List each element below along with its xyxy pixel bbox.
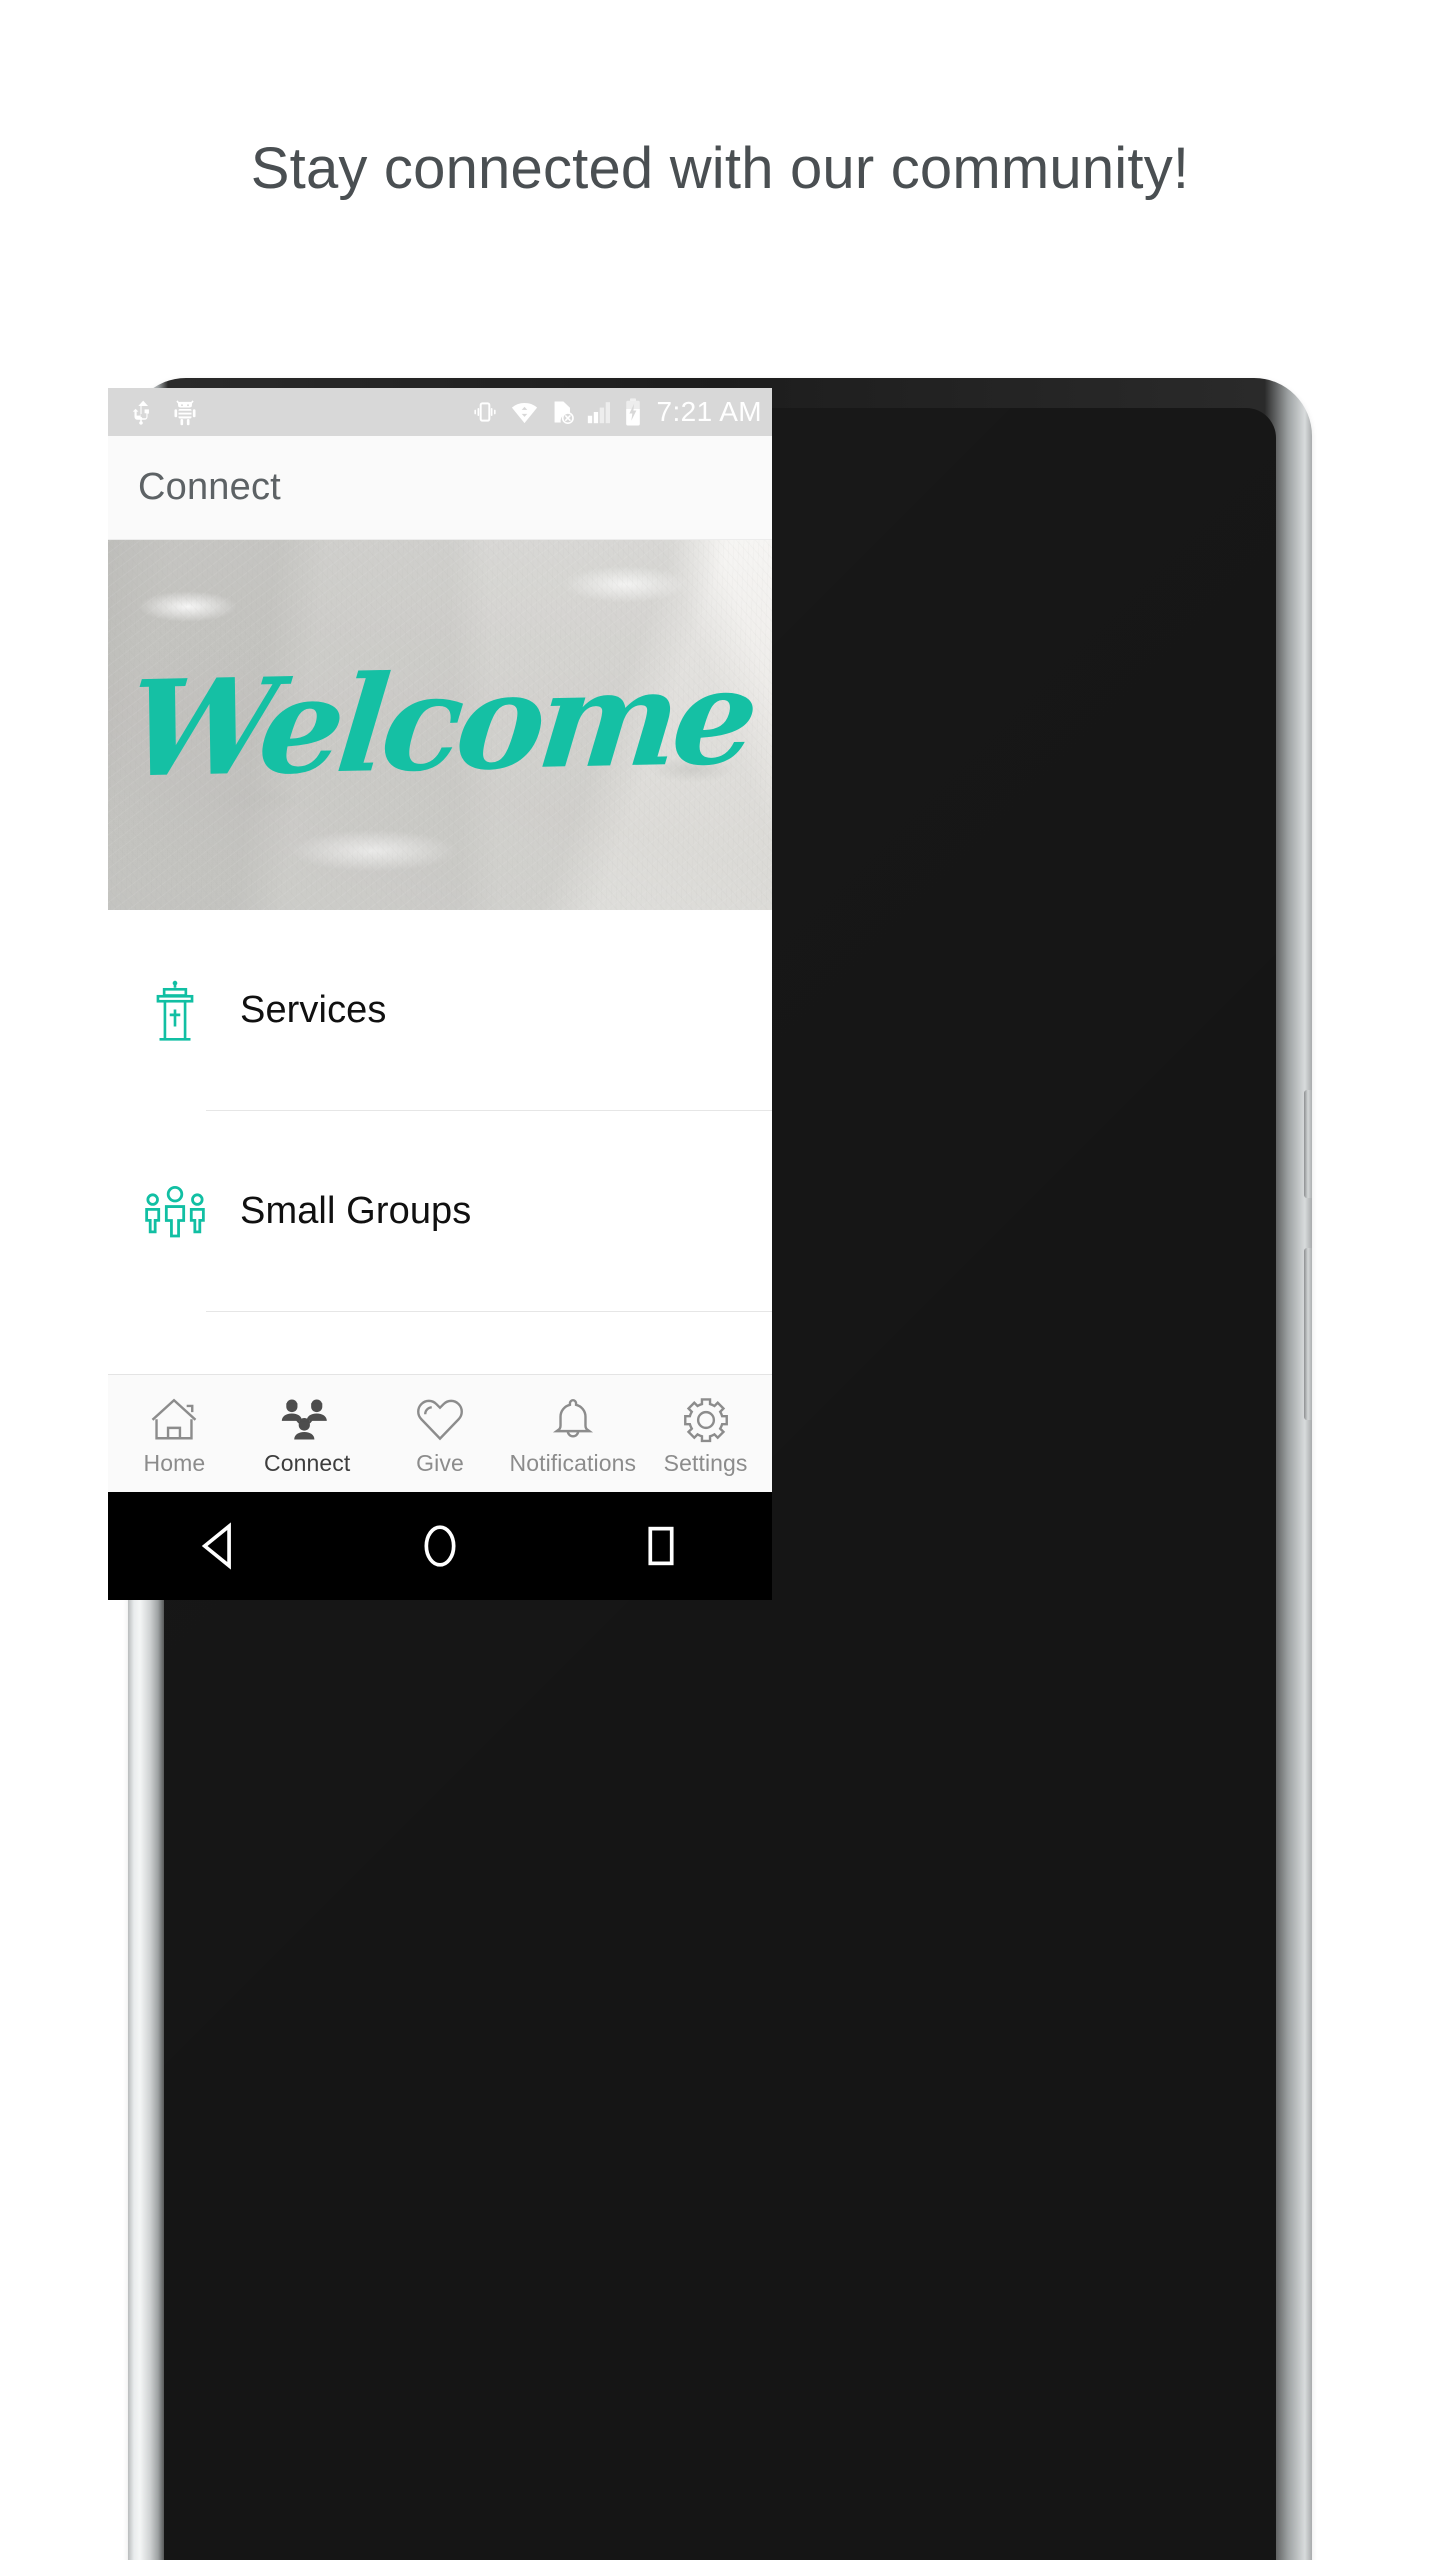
list-item-label: Services [240,989,387,1031]
tab-label: Settings [663,1450,748,1476]
back-triangle-icon [201,1522,231,1570]
group-icon [281,1399,327,1440]
home-circle-icon [424,1525,456,1567]
list-item-services[interactable]: Services [108,910,772,1111]
gear-icon [683,1398,728,1443]
recents-button[interactable] [601,1522,721,1570]
tab-connect[interactable]: Connect [241,1375,374,1492]
battery-charging-icon [626,398,641,426]
tab-label: Connect [264,1450,351,1476]
android-debug-icon [174,400,196,426]
group-three-people-icon [136,1183,214,1241]
bottom-tab-bar: Home Connect Give Notifications Settings [108,1374,772,1492]
tab-settings[interactable]: Settings [639,1375,772,1492]
page-title: Stay connected with our community! [250,136,1190,201]
tab-notifications[interactable]: Notifications [506,1375,639,1492]
heart-icon [417,1399,463,1441]
vibrate-icon [474,402,497,422]
tab-label: Home [143,1450,206,1476]
list-item-small-groups[interactable]: Small Groups [108,1111,772,1312]
status-bar-left-icons [128,397,200,427]
back-button[interactable] [159,1522,279,1570]
usb-icon [132,400,149,425]
app-bar-title: Connect [138,466,281,508]
tab-label: Notifications [509,1450,637,1476]
hero-welcome-text: Welcome [120,639,760,808]
status-bar-right-icons: 7:21 AM [469,396,762,428]
signal-bars-icon [588,402,611,424]
status-bar-clock: 7:21 AM [656,396,762,427]
tab-label: Give [416,1450,464,1476]
android-navigation-bar [108,1492,772,1600]
home-button[interactable] [380,1522,500,1570]
power-button[interactable] [1304,1248,1312,1420]
tab-home[interactable]: Home [108,1375,241,1492]
screenshot-root: Stay connected with our community! 7:21 … [0,0,1440,2560]
pulpit-cross-icon [136,980,214,1042]
wifi-icon [512,403,538,424]
tab-give[interactable]: Give [374,1375,507,1492]
bell-icon [552,1399,593,1438]
recents-square-icon [648,1526,674,1566]
volume-button[interactable] [1304,1090,1312,1198]
phone-screen: 7:21 AM Connect Welcome Services Small G… [108,388,772,1492]
no-sim-icon [555,401,575,425]
welcome-hero-banner[interactable]: Welcome [108,540,772,910]
app-bar: Connect [108,436,772,540]
status-bar: 7:21 AM [108,388,772,436]
list-item-label: Small Groups [240,1190,472,1232]
home-icon [152,1398,197,1440]
